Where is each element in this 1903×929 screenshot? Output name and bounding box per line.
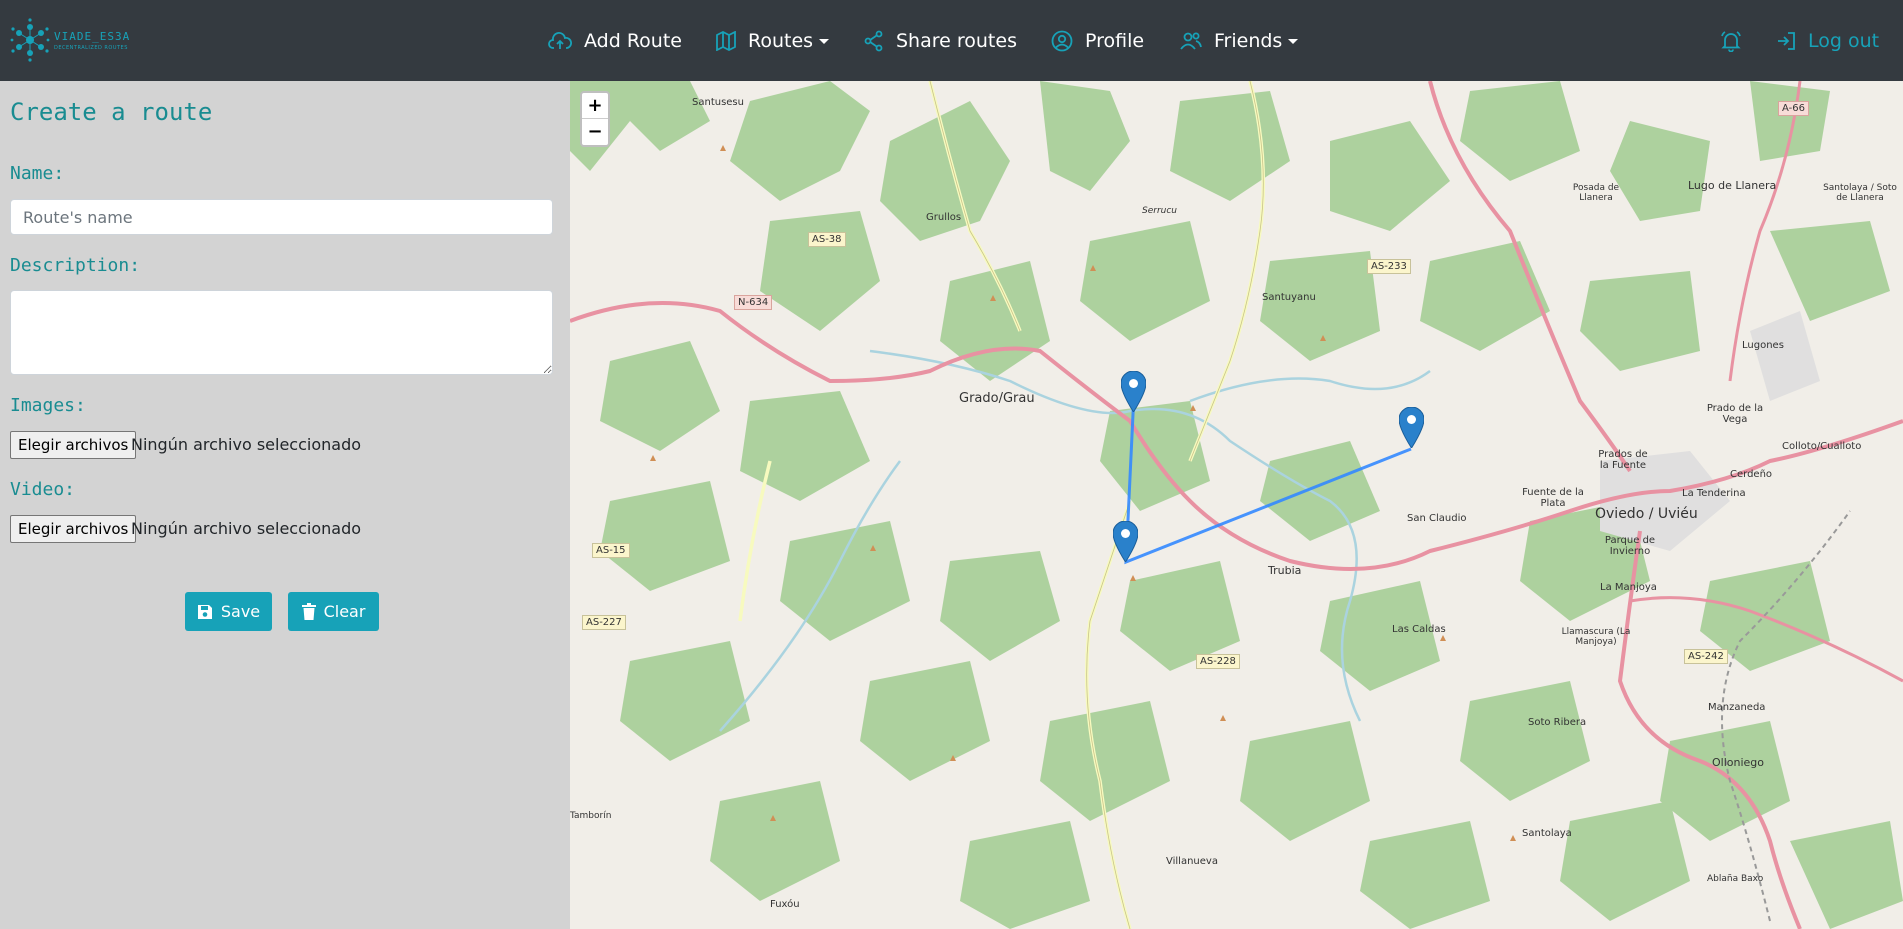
map-place-label: Lugo de Llanera bbox=[1688, 179, 1777, 192]
map-icon bbox=[716, 30, 736, 51]
nav-friends-label: Friends bbox=[1214, 29, 1283, 52]
map-place-label: Trubia bbox=[1268, 564, 1302, 577]
form-title: Create a route bbox=[10, 98, 213, 126]
road-shield: AS-227 bbox=[582, 615, 626, 630]
map-place-label: Tamborín bbox=[570, 811, 612, 821]
map-place-label: Posada de Llanera bbox=[1572, 183, 1620, 203]
map-zoom-control: + − bbox=[580, 91, 610, 147]
video-choose-files-button[interactable]: Elegir archivos bbox=[10, 515, 137, 543]
map-place-label: Serrucu bbox=[1142, 206, 1178, 216]
users-icon bbox=[1180, 32, 1202, 50]
map-place-label: Manzaneda bbox=[1708, 702, 1766, 713]
nav-friends-dropdown[interactable]: Friends bbox=[1180, 0, 1299, 81]
map-place-label: Prado de la Vega bbox=[1706, 403, 1764, 425]
map-place-label: Santusesu bbox=[692, 97, 744, 108]
map-place-label: Fuente de la Plata bbox=[1522, 487, 1584, 509]
road-shield: N-634 bbox=[734, 295, 773, 310]
map-place-label: Santolaya bbox=[1522, 828, 1572, 839]
nav-add-route-label: Add Route bbox=[584, 29, 682, 52]
map-place-label: La Manjoya bbox=[1600, 582, 1657, 593]
map-place-label: Santolaya / Soto de Llanera bbox=[1823, 183, 1897, 203]
map-place-label: Oviedo / Uviéu bbox=[1595, 506, 1698, 522]
road-shield: A-66 bbox=[1778, 101, 1809, 116]
images-label: Images: bbox=[10, 395, 86, 416]
map-tiles bbox=[570, 81, 1903, 929]
nav-share-routes-label: Share routes bbox=[896, 29, 1017, 52]
map-place-label: Grado/Grau bbox=[959, 391, 1035, 406]
map-place-label: Las Caldas bbox=[1392, 624, 1446, 635]
map-place-label: Prados de la Fuente bbox=[1598, 449, 1648, 471]
road-shield: AS-233 bbox=[1367, 259, 1411, 274]
map-place-label: San Claudio bbox=[1407, 513, 1467, 524]
bell-icon bbox=[1721, 30, 1741, 52]
nav-routes-dropdown[interactable]: Routes bbox=[716, 0, 830, 81]
map-place-label: Soto Ribera bbox=[1528, 717, 1587, 728]
road-shield: AS-15 bbox=[592, 543, 630, 558]
clear-label: Clear bbox=[323, 602, 366, 621]
map-marker-icon[interactable] bbox=[1121, 371, 1146, 412]
brand-logo[interactable]: VIADE_ES3A DECENTRALIZED ROUTES bbox=[10, 18, 130, 62]
zoom-out-button[interactable]: − bbox=[582, 119, 608, 145]
road-shield: AS-242 bbox=[1684, 649, 1728, 664]
images-file-status: Ningún archivo seleccionado bbox=[131, 435, 362, 454]
map-place-label: Fuxóu bbox=[770, 899, 800, 910]
share-icon bbox=[864, 30, 883, 51]
logout-button[interactable]: Log out bbox=[1776, 0, 1879, 81]
route-name-input[interactable] bbox=[10, 199, 553, 235]
road-shield: AS-228 bbox=[1196, 654, 1240, 669]
floppy-disk-icon bbox=[197, 604, 212, 619]
map-place-label: Olloniego bbox=[1712, 756, 1765, 769]
chevron-down-icon bbox=[819, 39, 830, 44]
zoom-in-button[interactable]: + bbox=[582, 93, 608, 119]
map-place-label: Llamascura (La Manjoya) bbox=[1561, 627, 1631, 647]
brand-title: VIADE_ES3A bbox=[54, 29, 131, 43]
route-map[interactable]: Santusesu Grullos Serrucu Santuyanu Grad… bbox=[570, 81, 1903, 929]
network-logo-icon bbox=[10, 18, 50, 62]
nav-profile[interactable]: Profile bbox=[1051, 0, 1144, 81]
trash-icon bbox=[301, 603, 316, 620]
map-place-label: Colloto/Cualloto bbox=[1782, 441, 1862, 452]
logout-icon bbox=[1778, 31, 1795, 50]
description-textarea[interactable] bbox=[10, 290, 553, 375]
chevron-down-icon bbox=[1288, 39, 1299, 44]
nav-profile-label: Profile bbox=[1085, 29, 1145, 52]
images-choose-files-button[interactable]: Elegir archivos bbox=[10, 431, 137, 459]
map-place-label: Ablaña Baxo bbox=[1707, 874, 1764, 884]
user-circle-icon bbox=[1051, 30, 1073, 51]
road-shield: AS-38 bbox=[808, 232, 846, 247]
map-place-label: Villanueva bbox=[1166, 856, 1218, 867]
brand-subtitle: DECENTRALIZED ROUTES bbox=[54, 44, 128, 51]
map-marker-icon[interactable] bbox=[1399, 407, 1424, 448]
map-marker-icon[interactable] bbox=[1113, 521, 1138, 562]
logout-label: Log out bbox=[1808, 29, 1880, 52]
nav-routes-label: Routes bbox=[748, 29, 814, 52]
navbar: VIADE_ES3A DECENTRALIZED ROUTES Add Rout… bbox=[0, 0, 1903, 81]
video-file-status: Ningún archivo seleccionado bbox=[131, 519, 362, 538]
map-place-label: La Tenderina bbox=[1682, 488, 1746, 499]
map-place-label: Grullos bbox=[926, 212, 962, 223]
map-place-label: Santuyanu bbox=[1262, 292, 1316, 303]
map-place-label: Cerdeño bbox=[1730, 469, 1773, 480]
nav-share-routes[interactable]: Share routes bbox=[864, 0, 1017, 81]
map-place-label: Parque de Invierno bbox=[1604, 535, 1656, 557]
video-label: Video: bbox=[10, 479, 76, 500]
description-label: Description: bbox=[10, 255, 141, 276]
cloud-upload-icon bbox=[548, 31, 572, 49]
notifications-button[interactable] bbox=[1720, 0, 1754, 81]
map-place-label: Lugones bbox=[1742, 340, 1784, 351]
name-label: Name: bbox=[10, 163, 65, 184]
nav-add-route[interactable]: Add Route bbox=[548, 0, 682, 81]
clear-button[interactable]: Clear bbox=[288, 592, 379, 631]
save-button[interactable]: Save bbox=[185, 592, 272, 631]
save-label: Save bbox=[220, 602, 261, 621]
